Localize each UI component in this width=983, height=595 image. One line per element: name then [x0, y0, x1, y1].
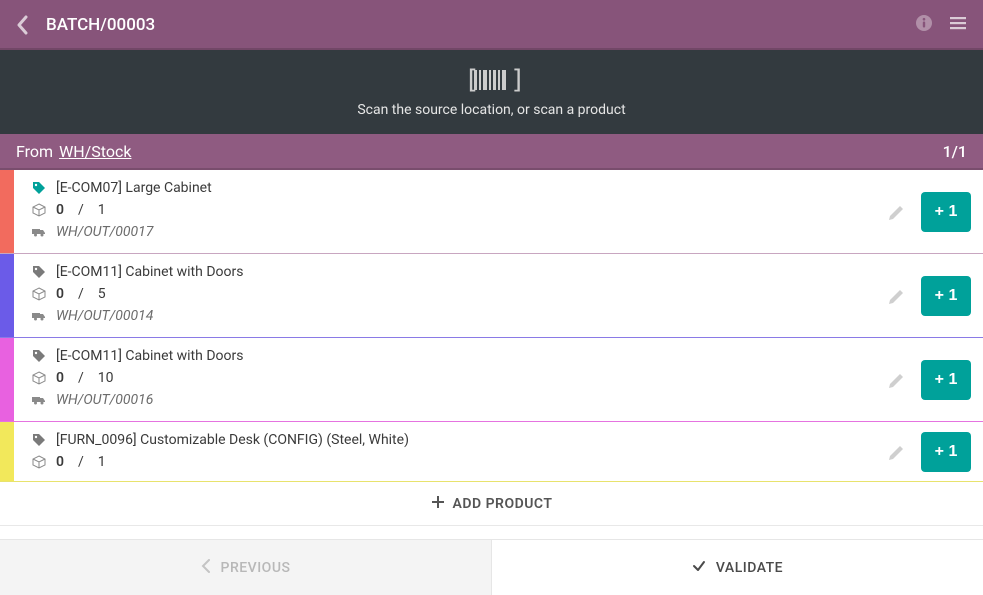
scan-banner: [ ] Scan the source location, or scan a … [0, 50, 983, 134]
menu-icon[interactable] [949, 14, 967, 36]
increment-button[interactable]: + 1 [921, 276, 971, 316]
product-name: [E-COM11] Cabinet with Doors [56, 264, 243, 280]
qty-total: 10 [98, 370, 114, 386]
product-list: [E-COM07] Large Cabinet 0 / 1 WH/OUT/000… [0, 170, 983, 482]
tag-icon [32, 181, 46, 195]
from-location[interactable]: WH/Stock [59, 142, 131, 161]
edit-icon[interactable] [887, 286, 907, 306]
qty-total: 5 [98, 286, 106, 302]
truck-icon [32, 393, 46, 407]
picking-ref: WH/OUT/00016 [56, 392, 153, 408]
tag-icon [32, 433, 46, 447]
qty-done: 0 [56, 202, 64, 218]
product-name: [FURN_0096] Customizable Desk (CONFIG) (… [56, 432, 409, 448]
line-color-bar [0, 170, 14, 253]
product-name: [E-COM11] Cabinet with Doors [56, 348, 243, 364]
location-bar: From WH/Stock 1/1 [0, 134, 983, 170]
picking-ref: WH/OUT/00017 [56, 224, 153, 240]
previous-button[interactable]: PREVIOUS [0, 540, 492, 595]
chevron-left-icon [201, 559, 211, 577]
qty-total: 1 [98, 202, 106, 218]
qty-done: 0 [56, 370, 64, 386]
footer-bar: PREVIOUS VALIDATE [0, 539, 983, 595]
qty-total: 1 [98, 454, 106, 470]
edit-icon[interactable] [887, 442, 907, 462]
qty-done: 0 [56, 454, 64, 470]
pager: 1/1 [943, 142, 967, 161]
app-header: BATCH/00003 [0, 0, 983, 50]
back-button[interactable] [16, 15, 30, 35]
product-line[interactable]: [FURN_0096] Customizable Desk (CONFIG) (… [0, 422, 983, 482]
check-icon [692, 559, 706, 577]
tag-icon [32, 349, 46, 363]
scan-instruction: Scan the source location, or scan a prod… [357, 102, 625, 118]
qty-done: 0 [56, 286, 64, 302]
previous-label: PREVIOUS [221, 560, 291, 576]
cube-icon [32, 287, 46, 301]
svg-text:]: ] [510, 66, 520, 94]
increment-button[interactable]: + 1 [921, 432, 971, 472]
cube-icon [32, 455, 46, 469]
increment-button[interactable]: + 1 [921, 360, 971, 400]
edit-icon[interactable] [887, 370, 907, 390]
tag-icon [32, 265, 46, 279]
validate-label: VALIDATE [716, 560, 783, 576]
barcode-icon: [ ] [464, 66, 520, 94]
line-color-bar [0, 254, 14, 337]
truck-icon [32, 225, 46, 239]
product-line[interactable]: [E-COM11] Cabinet with Doors 0 / 10 WH/O… [0, 338, 983, 422]
info-icon[interactable] [915, 14, 933, 36]
svg-text:[: [ [464, 66, 480, 94]
add-product-label: ADD PRODUCT [453, 496, 553, 512]
from-label: From [16, 142, 53, 161]
line-color-bar [0, 422, 14, 481]
product-line[interactable]: [E-COM07] Large Cabinet 0 / 1 WH/OUT/000… [0, 170, 983, 254]
truck-icon [32, 309, 46, 323]
cube-icon [32, 203, 46, 217]
add-product-button[interactable]: ADD PRODUCT [0, 482, 983, 526]
cube-icon [32, 371, 46, 385]
plus-icon [431, 495, 445, 513]
edit-icon[interactable] [887, 202, 907, 222]
line-color-bar [0, 338, 14, 421]
validate-button[interactable]: VALIDATE [492, 540, 983, 595]
picking-ref: WH/OUT/00014 [56, 308, 153, 324]
product-name: [E-COM07] Large Cabinet [56, 180, 212, 196]
page-title: BATCH/00003 [46, 15, 155, 35]
increment-button[interactable]: + 1 [921, 192, 971, 232]
product-line[interactable]: [E-COM11] Cabinet with Doors 0 / 5 WH/OU… [0, 254, 983, 338]
